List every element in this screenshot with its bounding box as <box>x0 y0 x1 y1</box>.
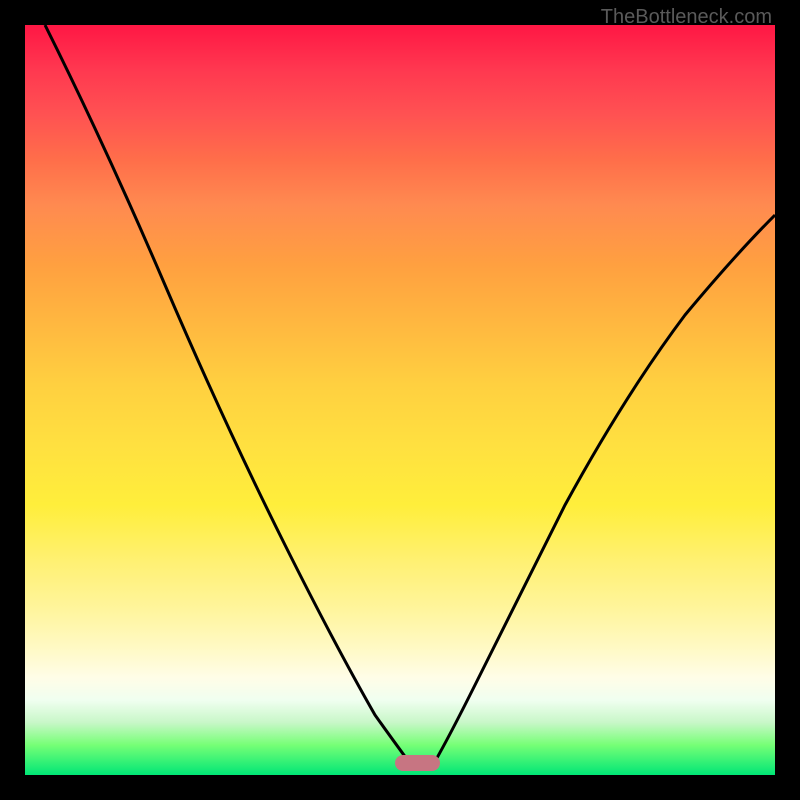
curve-overlay <box>25 25 775 775</box>
left-curve-path <box>45 25 415 770</box>
chart-area <box>25 25 775 775</box>
watermark-text: TheBottleneck.com <box>601 6 772 29</box>
optimal-marker <box>395 755 440 771</box>
right-curve-path <box>430 215 775 770</box>
